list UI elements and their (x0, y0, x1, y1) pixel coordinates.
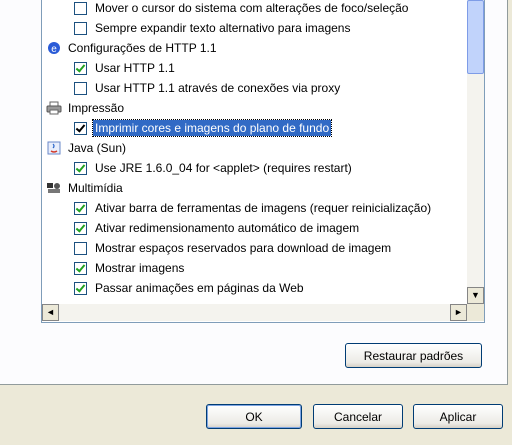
vertical-scrollbar[interactable]: ▼ (467, 0, 484, 304)
checkbox-unchecked[interactable] (74, 81, 87, 95)
scroll-right-button[interactable]: ► (450, 304, 467, 321)
checkbox-unchecked[interactable] (74, 1, 87, 15)
settings-group: e Configurações de HTTP 1.1 (46, 38, 219, 58)
checkbox-unchecked[interactable] (74, 21, 87, 35)
settings-option[interactable]: Ativar redimensionamento automático de i… (74, 218, 361, 238)
group-label: Impressão (68, 101, 125, 115)
horizontal-scrollbar[interactable]: ◄ ► (42, 304, 467, 321)
option-label: Mostrar imagens (95, 261, 185, 275)
scroll-right-icon: ► (454, 307, 463, 317)
settings-option[interactable]: Mover o cursor do sistema com alterações… (74, 0, 410, 18)
option-label: Ativar barra de ferramentas de imagens (… (95, 201, 432, 215)
settings-option[interactable]: Usar HTTP 1.1 (74, 58, 177, 78)
settings-option[interactable]: Passar animações em páginas da Web (74, 278, 306, 298)
option-label: Mover o cursor do sistema com alterações… (95, 1, 409, 15)
multimedia-icon (46, 180, 62, 196)
settings-option[interactable]: Sempre expandir texto alternativo para i… (74, 18, 352, 38)
checkbox-checked[interactable] (74, 161, 87, 175)
vertical-scroll-thumb[interactable] (467, 0, 484, 74)
option-label: Mostrar espaços reservados para download… (95, 241, 392, 255)
option-label: Sempre expandir texto alternativo para i… (95, 21, 351, 35)
settings-list: Mover o cursor do sistema com alterações… (42, 0, 467, 304)
checkbox-checked[interactable] (74, 261, 87, 275)
apply-button[interactable]: Aplicar (413, 404, 503, 429)
ok-button[interactable]: OK (206, 404, 302, 429)
option-label: Imprimir cores e imagens do plano de fun… (91, 119, 333, 137)
option-label: Usar HTTP 1.1 (95, 61, 175, 75)
settings-option[interactable]: Usar HTTP 1.1 através de conexões via pr… (74, 78, 342, 98)
option-label: Ativar redimensionamento automático de i… (95, 221, 360, 235)
checkbox-checked[interactable] (74, 201, 87, 215)
scroll-left-icon: ◄ (46, 307, 55, 317)
checkbox-checked[interactable] (74, 61, 87, 75)
scroll-down-icon: ▼ (471, 290, 480, 300)
checkbox-unchecked[interactable] (74, 241, 87, 255)
option-label: Use JRE 1.6.0_04 for <applet> (requires … (95, 161, 352, 175)
group-label: Multimídia (68, 181, 123, 195)
group-label: Java (Sun) (68, 141, 127, 155)
settings-option[interactable]: Ativar barra de ferramentas de imagens (… (74, 198, 433, 218)
settings-option[interactable]: Mostrar espaços reservados para download… (74, 238, 393, 258)
restore-defaults-button[interactable]: Restaurar padrões (345, 343, 482, 368)
checkbox-checked[interactable] (74, 221, 87, 235)
checkbox-checked[interactable] (74, 281, 87, 295)
printer-icon (46, 100, 62, 116)
cancel-button[interactable]: Cancelar (313, 404, 403, 429)
java-icon (46, 140, 62, 156)
option-label: Passar animações em páginas da Web (95, 281, 304, 295)
group-label: Configurações de HTTP 1.1 (68, 41, 217, 55)
settings-tree: Mover o cursor do sistema com alterações… (41, 0, 485, 323)
scroll-down-button[interactable]: ▼ (467, 287, 484, 304)
settings-group: Impressão (46, 98, 126, 118)
settings-option[interactable]: Use JRE 1.6.0_04 for <applet> (requires … (74, 158, 354, 178)
scrollbar-corner (467, 304, 484, 321)
settings-group: Multimídia (46, 178, 125, 198)
advanced-tab-panel: Mover o cursor do sistema com alterações… (0, 0, 508, 385)
http-settings-icon: e (46, 40, 62, 56)
settings-option[interactable]: Imprimir cores e imagens do plano de fun… (74, 118, 333, 138)
checkbox-checked[interactable] (74, 121, 87, 135)
svg-text:e: e (51, 44, 57, 55)
settings-group: Java (Sun) (46, 138, 128, 158)
option-label: Usar HTTP 1.1 através de conexões via pr… (95, 81, 341, 95)
scroll-left-button[interactable]: ◄ (42, 304, 59, 321)
settings-option[interactable]: Mostrar imagens (74, 258, 186, 278)
